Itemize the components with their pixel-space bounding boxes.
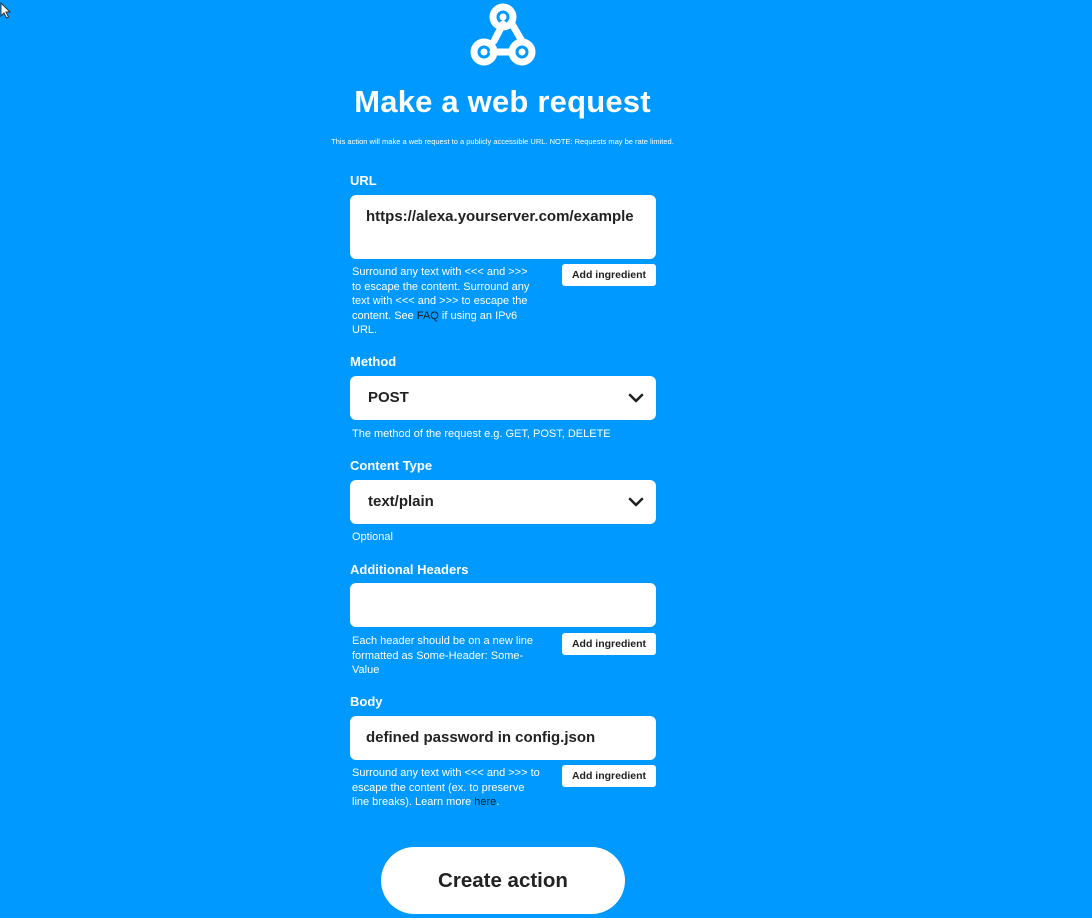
- page-title: Make a web request: [354, 84, 651, 119]
- content-type-help-text: Optional: [352, 531, 393, 543]
- faq-link[interactable]: FAQ: [417, 310, 439, 322]
- method-help-text: The method of the request e.g. GET, POST…: [352, 428, 611, 440]
- url-add-ingredient-button[interactable]: Add ingredient: [562, 264, 656, 286]
- mouse-cursor-icon: [0, 2, 12, 19]
- content-type-label: Content Type: [350, 458, 433, 473]
- page-subtitle: This action will make a web request to a…: [331, 137, 674, 146]
- body-value: defined password in config.json: [366, 729, 596, 746]
- body-input[interactable]: defined password in config.json: [350, 716, 656, 760]
- method-label: Method: [350, 354, 397, 369]
- create-action-button[interactable]: Create action: [381, 847, 625, 914]
- body-add-ingredient-button[interactable]: Add ingredient: [562, 765, 656, 787]
- url-value: https://alexa.yourserver.com/example: [366, 208, 634, 225]
- method-select[interactable]: POST: [350, 376, 656, 420]
- method-value: POST: [368, 389, 409, 406]
- headers-add-ingredient-button[interactable]: Add ingredient: [562, 633, 656, 655]
- chevron-down-icon: [628, 497, 644, 507]
- content-type-value: text/plain: [368, 493, 434, 510]
- content-type-select[interactable]: text/plain: [350, 480, 656, 524]
- headers-help-text: Each header should be on a new line form…: [352, 635, 534, 676]
- headers-input[interactable]: [350, 583, 656, 627]
- url-help-text: Surround any text with <<< and >>> to es…: [352, 265, 536, 338]
- body-help-text: Surround any text with <<< and >>> to es…: [352, 766, 544, 810]
- body-help-body: Surround any text with <<< and >>> to es…: [352, 767, 540, 808]
- body-help-suffix: .: [496, 796, 500, 808]
- chevron-down-icon: [628, 393, 644, 403]
- url-input[interactable]: https://alexa.yourserver.com/example: [350, 195, 656, 259]
- body-label: Body: [350, 694, 383, 709]
- headers-label: Additional Headers: [350, 562, 469, 577]
- url-label: URL: [350, 173, 377, 188]
- page: Make a web request This action will make…: [0, 0, 1092, 918]
- webhook-icon: [470, 3, 536, 66]
- learn-more-link[interactable]: here: [474, 796, 496, 808]
